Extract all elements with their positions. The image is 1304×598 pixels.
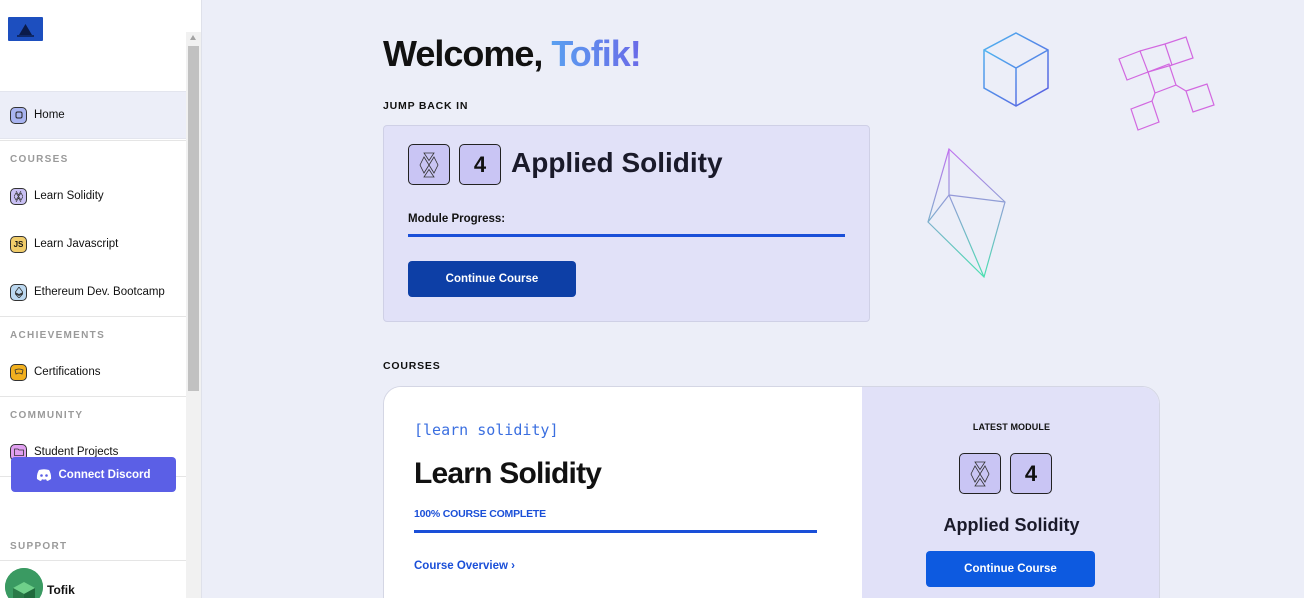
- divider: [0, 316, 186, 317]
- latest-module-title: Applied Solidity: [943, 515, 1080, 535]
- discord-icon: [37, 468, 52, 481]
- section-label-courses: COURSES: [10, 154, 69, 165]
- section-label-support: SUPPORT: [10, 541, 68, 552]
- course-title: Learn Solidity: [414, 457, 602, 490]
- module-progress-fill: [408, 234, 845, 237]
- sidebar-item-label: Home: [34, 109, 65, 121]
- sidebar: Home COURSES Learn Solidity JS Learn Jav…: [0, 0, 202, 598]
- section-label-community: COMMUNITY: [10, 410, 84, 421]
- module-title: Applied Solidity: [511, 147, 723, 178]
- greeting: Welcome,: [383, 33, 543, 74]
- course-overview-link[interactable]: Course Overview ›: [414, 560, 515, 572]
- course-progress-bar: [414, 530, 817, 533]
- user-greeting-name: Tofik!: [551, 33, 641, 74]
- user-name: Tofik: [47, 583, 75, 597]
- solidity-module-icon: [959, 453, 1001, 494]
- connect-discord-label: Connect Discord: [58, 468, 151, 481]
- javascript-icon: JS: [10, 235, 27, 253]
- course-complete-status: 100% COURSE COMPLETE: [414, 508, 546, 520]
- solidity-module-icon: [408, 144, 450, 185]
- latest-module-label: LATEST MODULE: [972, 422, 1051, 432]
- module-number-badge: 4: [1010, 453, 1052, 494]
- module-number-badge: 4: [459, 144, 501, 185]
- sidebar-item-label: Ethereum Dev. Bootcamp: [34, 286, 165, 298]
- sidebar-nav: Home COURSES Learn Solidity JS Learn Jav…: [0, 32, 186, 598]
- course-card-learn-solidity: [learn solidity] Learn Solidity 100% COU…: [383, 386, 1160, 598]
- ethereum-icon: [10, 283, 27, 301]
- course-progress-fill: [414, 530, 817, 533]
- scrollbar-thumb[interactable]: [188, 46, 199, 391]
- continue-course-button[interactable]: Continue Course: [408, 261, 576, 297]
- connect-discord-button[interactable]: Connect Discord: [11, 457, 176, 492]
- scroll-up-icon[interactable]: [190, 35, 196, 40]
- section-label-achievements: ACHIEVEMENTS: [10, 330, 106, 341]
- jump-back-card: 4 Applied Solidity Module Progress: Cont…: [383, 125, 870, 322]
- certificate-icon: [10, 363, 27, 381]
- divider: [0, 140, 186, 141]
- cube-decoration-icon: [983, 32, 1049, 107]
- jump-back-label: JUMP BACK IN: [383, 100, 469, 112]
- divider: [0, 396, 186, 397]
- sidebar-item-label: Learn Solidity: [34, 190, 104, 202]
- user-profile[interactable]: Tofik: [0, 560, 186, 598]
- course-summary: [learn solidity] Learn Solidity 100% COU…: [384, 387, 862, 598]
- sidebar-item-learn-javascript[interactable]: JS Learn Javascript: [0, 220, 186, 268]
- courses-label: COURSES: [383, 360, 441, 372]
- avatar: [5, 568, 43, 598]
- sidebar-item-home[interactable]: Home: [0, 91, 186, 139]
- sidebar-item-label: Learn Javascript: [34, 238, 119, 250]
- sidebar-item-certifications[interactable]: Certifications: [0, 348, 186, 396]
- module-progress-label: Module Progress:: [408, 213, 506, 225]
- latest-module-panel: LATEST MODULE 4 Applied Solidity Continu…: [862, 387, 1159, 598]
- sidebar-item-ethereum-bootcamp[interactable]: Ethereum Dev. Bootcamp: [0, 268, 186, 316]
- course-tag: [learn solidity]: [414, 421, 559, 439]
- page-title: Welcome, Tofik!: [383, 33, 642, 75]
- home-icon: [10, 106, 27, 124]
- continue-course-button[interactable]: Continue Course: [926, 551, 1095, 587]
- grid-decoration-icon: [1118, 36, 1215, 131]
- sidebar-item-label: Certifications: [34, 366, 101, 378]
- module-progress-bar: [408, 234, 845, 237]
- crystal-decoration-icon: [927, 147, 1006, 279]
- sidebar-item-learn-solidity[interactable]: Learn Solidity: [0, 172, 186, 220]
- sidebar-scrollbar[interactable]: [186, 32, 201, 598]
- solidity-icon: [10, 187, 27, 205]
